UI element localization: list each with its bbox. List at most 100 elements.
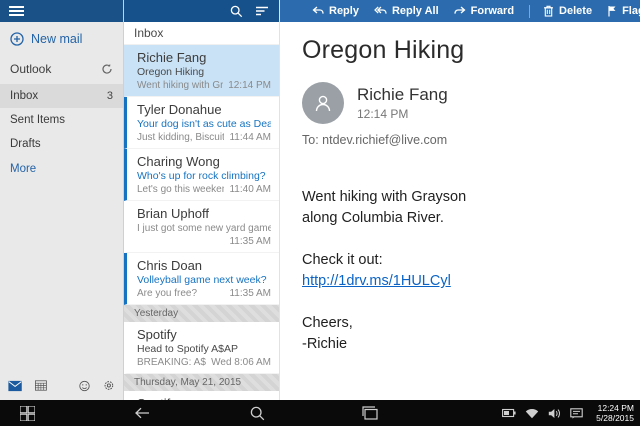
account-label: Outlook xyxy=(10,62,52,76)
message-time: 11:35 AM xyxy=(229,288,271,299)
message-subject: Your dog isn't as cute as Deana's xyxy=(137,118,271,130)
message-list: Richie Fang Oregon Hiking Went hiking wi… xyxy=(124,45,279,400)
sender-name: Richie Fang xyxy=(357,85,448,104)
battery-icon[interactable] xyxy=(502,408,516,418)
clock-time: 12:24 PM xyxy=(597,403,634,413)
message-preview: I just got some new yard games t xyxy=(137,223,271,234)
delete-icon xyxy=(544,5,554,17)
message-sender: Spotify xyxy=(137,327,177,342)
forward-button[interactable]: Forward xyxy=(453,5,514,17)
message-item-charing-wong[interactable]: Charing Wong Who's up for rock climbing?… xyxy=(124,149,279,201)
message-time: 12:14 PM xyxy=(228,80,271,91)
message-item-tyler-donahue[interactable]: Tyler Donahue Your dog isn't as cute as … xyxy=(124,97,279,149)
volume-icon[interactable] xyxy=(548,408,561,419)
sidebar-more-link[interactable]: More xyxy=(0,156,123,182)
toolbar-divider xyxy=(529,4,531,18)
message-subject: Who's up for rock climbing? xyxy=(137,170,266,182)
message-list-title: Inbox xyxy=(124,22,279,45)
start-icon[interactable] xyxy=(12,405,42,421)
windows-taskbar: 12:24 PM 5/28/2015 xyxy=(0,400,640,426)
onedrive-link[interactable]: http://1drv.ms/1HULCyl xyxy=(302,273,451,289)
action-center-icon[interactable] xyxy=(570,407,583,419)
delete-button[interactable]: Delete xyxy=(543,5,592,17)
message-preview: Are you free? xyxy=(137,288,198,299)
folder-label: Sent Items xyxy=(10,114,65,126)
message-item-spotify-1[interactable]: Spotify Head to Spotify A$AP BREAKING: A… xyxy=(124,322,279,374)
folder-label: Drafts xyxy=(10,138,41,150)
message-preview: Let's go this weekend! There's sor xyxy=(137,184,224,195)
message-time: 11:35 AM xyxy=(229,236,271,247)
message-subject: Head to Spotify A$AP xyxy=(137,343,238,355)
message-item-spotify-2[interactable]: Spotify Party on with $0.99 Premium Prem… xyxy=(124,391,279,400)
sidebar: New mail Outlook Inbox 3 Sent Items Draf… xyxy=(0,0,124,400)
account-row[interactable]: Outlook xyxy=(0,54,123,84)
email-meta: Richie Fang 12:14 PM xyxy=(302,82,640,124)
message-preview: Went hiking with Grayson along C xyxy=(137,80,224,91)
sidebar-item-sent-items[interactable]: Sent Items xyxy=(0,108,123,132)
message-subject: Volleyball game next week? xyxy=(137,274,267,286)
system-tray: 12:24 PM 5/28/2015 xyxy=(502,403,640,423)
mail-icon[interactable] xyxy=(8,379,22,393)
reading-pane: Reply Reply All Forward Delete Fla Orego… xyxy=(280,0,640,400)
body-line: Went hiking with Grayson xyxy=(302,189,467,205)
message-subject: Oregon Hiking xyxy=(137,66,205,78)
wifi-icon[interactable] xyxy=(525,408,539,419)
body-line: -Richie xyxy=(302,336,348,353)
message-sender: Brian Uphoff xyxy=(137,206,210,221)
message-sender: Tyler Donahue xyxy=(137,102,222,117)
message-sender: Charing Wong xyxy=(137,154,220,169)
reply-all-button[interactable]: Reply All xyxy=(374,5,439,17)
reply-all-icon xyxy=(374,6,387,14)
reply-button[interactable]: Reply xyxy=(312,5,359,17)
reply-icon xyxy=(312,6,324,14)
sidebar-item-drafts[interactable]: Drafts xyxy=(0,132,123,156)
sidebar-header xyxy=(0,0,123,22)
folder-label: Inbox xyxy=(10,90,39,102)
hamburger-menu-icon[interactable] xyxy=(9,6,24,16)
message-sender: Richie Fang xyxy=(137,50,207,65)
flag-button[interactable]: Flag xyxy=(607,5,640,17)
new-mail-label: New mail xyxy=(31,32,83,46)
message-item-chris-doan[interactable]: Chris Doan Volleyball game next week? Ar… xyxy=(124,253,279,305)
task-view-icon[interactable] xyxy=(354,406,384,420)
feedback-smiley-icon[interactable] xyxy=(79,379,90,393)
filter-icon[interactable] xyxy=(255,5,269,17)
message-sender: Spotify xyxy=(137,396,271,400)
message-time: Wed 8:06 AM xyxy=(211,357,271,368)
message-time: 11:44 AM xyxy=(229,132,271,143)
person-icon xyxy=(315,95,331,112)
forward-icon xyxy=(453,6,466,14)
reading-toolbar: Reply Reply All Forward Delete Fla xyxy=(280,0,640,22)
message-preview: BREAKING: A$AP Rocky's bra xyxy=(137,357,206,368)
back-icon[interactable] xyxy=(127,407,157,419)
taskbar-clock[interactable]: 12:24 PM 5/28/2015 xyxy=(596,403,634,423)
plus-circle-icon xyxy=(10,32,24,46)
message-list-header-bar xyxy=(124,0,279,22)
group-header-thursday: Thursday, May 21, 2015 xyxy=(124,374,279,391)
sync-refresh-icon[interactable] xyxy=(101,63,113,75)
sender-avatar[interactable] xyxy=(302,82,344,124)
message-preview: Just kidding, Biscuit is your friend xyxy=(137,132,225,143)
message-item-richie-fang[interactable]: Richie Fang Oregon Hiking Went hiking wi… xyxy=(124,45,279,97)
group-header-yesterday: Yesterday xyxy=(124,305,279,322)
clock-date: 5/28/2015 xyxy=(596,413,634,423)
body-line: Cheers, xyxy=(302,315,353,332)
message-list-pane: Inbox Richie Fang Oregon Hiking Went hik… xyxy=(124,0,280,400)
reading-content: Oregon Hiking Richie Fang 12:14 PM To: n… xyxy=(280,22,640,400)
new-mail-button[interactable]: New mail xyxy=(0,22,123,54)
sent-time: 12:14 PM xyxy=(357,107,409,121)
message-sender: Chris Doan xyxy=(137,258,203,273)
mail-app-window: New mail Outlook Inbox 3 Sent Items Draf… xyxy=(0,0,640,400)
message-time: 11:40 AM xyxy=(229,184,271,195)
email-subject: Oregon Hiking xyxy=(302,36,465,64)
calendar-icon[interactable] xyxy=(35,379,47,392)
search-icon[interactable] xyxy=(230,5,243,18)
sidebar-bottom-icons xyxy=(0,378,123,400)
email-body: Went hiking with Grayson along Columbia … xyxy=(302,187,640,355)
search-icon[interactable] xyxy=(242,406,272,421)
inbox-unread-count: 3 xyxy=(106,90,113,102)
message-item-brian-uphoff[interactable]: Brian Uphoff I just got some new yard ga… xyxy=(124,201,279,253)
sidebar-item-inbox[interactable]: Inbox 3 xyxy=(0,84,123,108)
settings-gear-icon[interactable] xyxy=(103,378,115,393)
flag-icon xyxy=(608,6,616,17)
